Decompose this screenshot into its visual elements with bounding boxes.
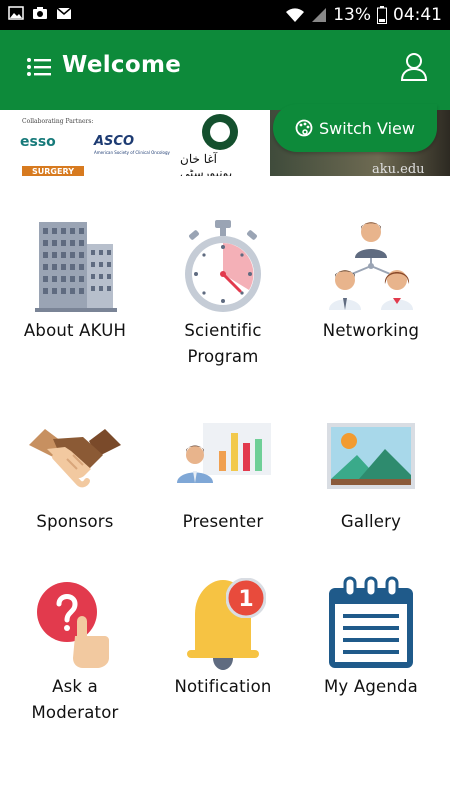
calendar-icon xyxy=(329,576,413,668)
surgery-logo: SURGERY xyxy=(22,166,84,176)
camera-notification-icon xyxy=(33,7,47,19)
network-icon xyxy=(329,222,413,310)
aku-urdu-text: آغا خان یونیورسٹی xyxy=(180,152,233,176)
handshake-icon xyxy=(29,429,121,488)
palette-icon xyxy=(295,119,313,137)
page-title: Welcome xyxy=(62,52,182,78)
notification-icons xyxy=(8,6,72,20)
battery-icon xyxy=(377,6,387,24)
menu-label: Sponsors xyxy=(36,512,114,531)
mail-notification-icon xyxy=(56,7,72,19)
esso-logo: esso xyxy=(20,134,56,150)
status-bar: 13% 04:41 xyxy=(0,0,450,30)
menu-label: Notification xyxy=(174,677,272,696)
menu-label: Gallery xyxy=(340,512,402,531)
asco-logo: ASCO xyxy=(94,134,135,149)
image-notification-icon xyxy=(8,6,24,20)
asco-logo-subtitle: American Society of Clinical Oncology xyxy=(94,150,170,155)
switch-view-button[interactable]: Switch View xyxy=(273,104,437,152)
wifi-icon xyxy=(286,8,305,22)
app-bar: Welcome xyxy=(0,30,450,110)
question-hand-icon xyxy=(37,582,109,668)
menu-label: Scientific Program xyxy=(184,321,262,366)
menu-label: Networking xyxy=(322,321,420,340)
menu-list-icon[interactable] xyxy=(26,56,52,78)
signal-icon xyxy=(312,8,327,22)
partners-panel: Collaborating Partners: esso ASCO Americ… xyxy=(0,110,170,176)
aku-seal-logo xyxy=(202,114,238,150)
user-profile-icon[interactable] xyxy=(400,52,428,82)
notification-badge: 1 xyxy=(226,578,266,618)
banner-url-text: aku.edu xyxy=(372,162,425,176)
switch-view-label: Switch View xyxy=(319,118,415,138)
menu-label: Presenter xyxy=(182,512,264,531)
partners-label: Collaborating Partners: xyxy=(22,118,94,125)
clock: 04:41 xyxy=(393,5,442,25)
battery-percent: 13% xyxy=(333,5,371,25)
menu-label: My Agenda xyxy=(323,677,418,696)
presenter-icon xyxy=(177,423,271,483)
notification-badge-count: 1 xyxy=(238,587,253,612)
aku-logo-panel: آغا خان یونیورسٹی xyxy=(170,110,270,176)
menu-label: Ask a Moderator xyxy=(31,677,119,722)
picture-icon xyxy=(327,423,415,489)
stopwatch-icon xyxy=(185,220,261,312)
building-icon xyxy=(35,222,117,312)
menu-label: About AKUH xyxy=(23,321,127,340)
